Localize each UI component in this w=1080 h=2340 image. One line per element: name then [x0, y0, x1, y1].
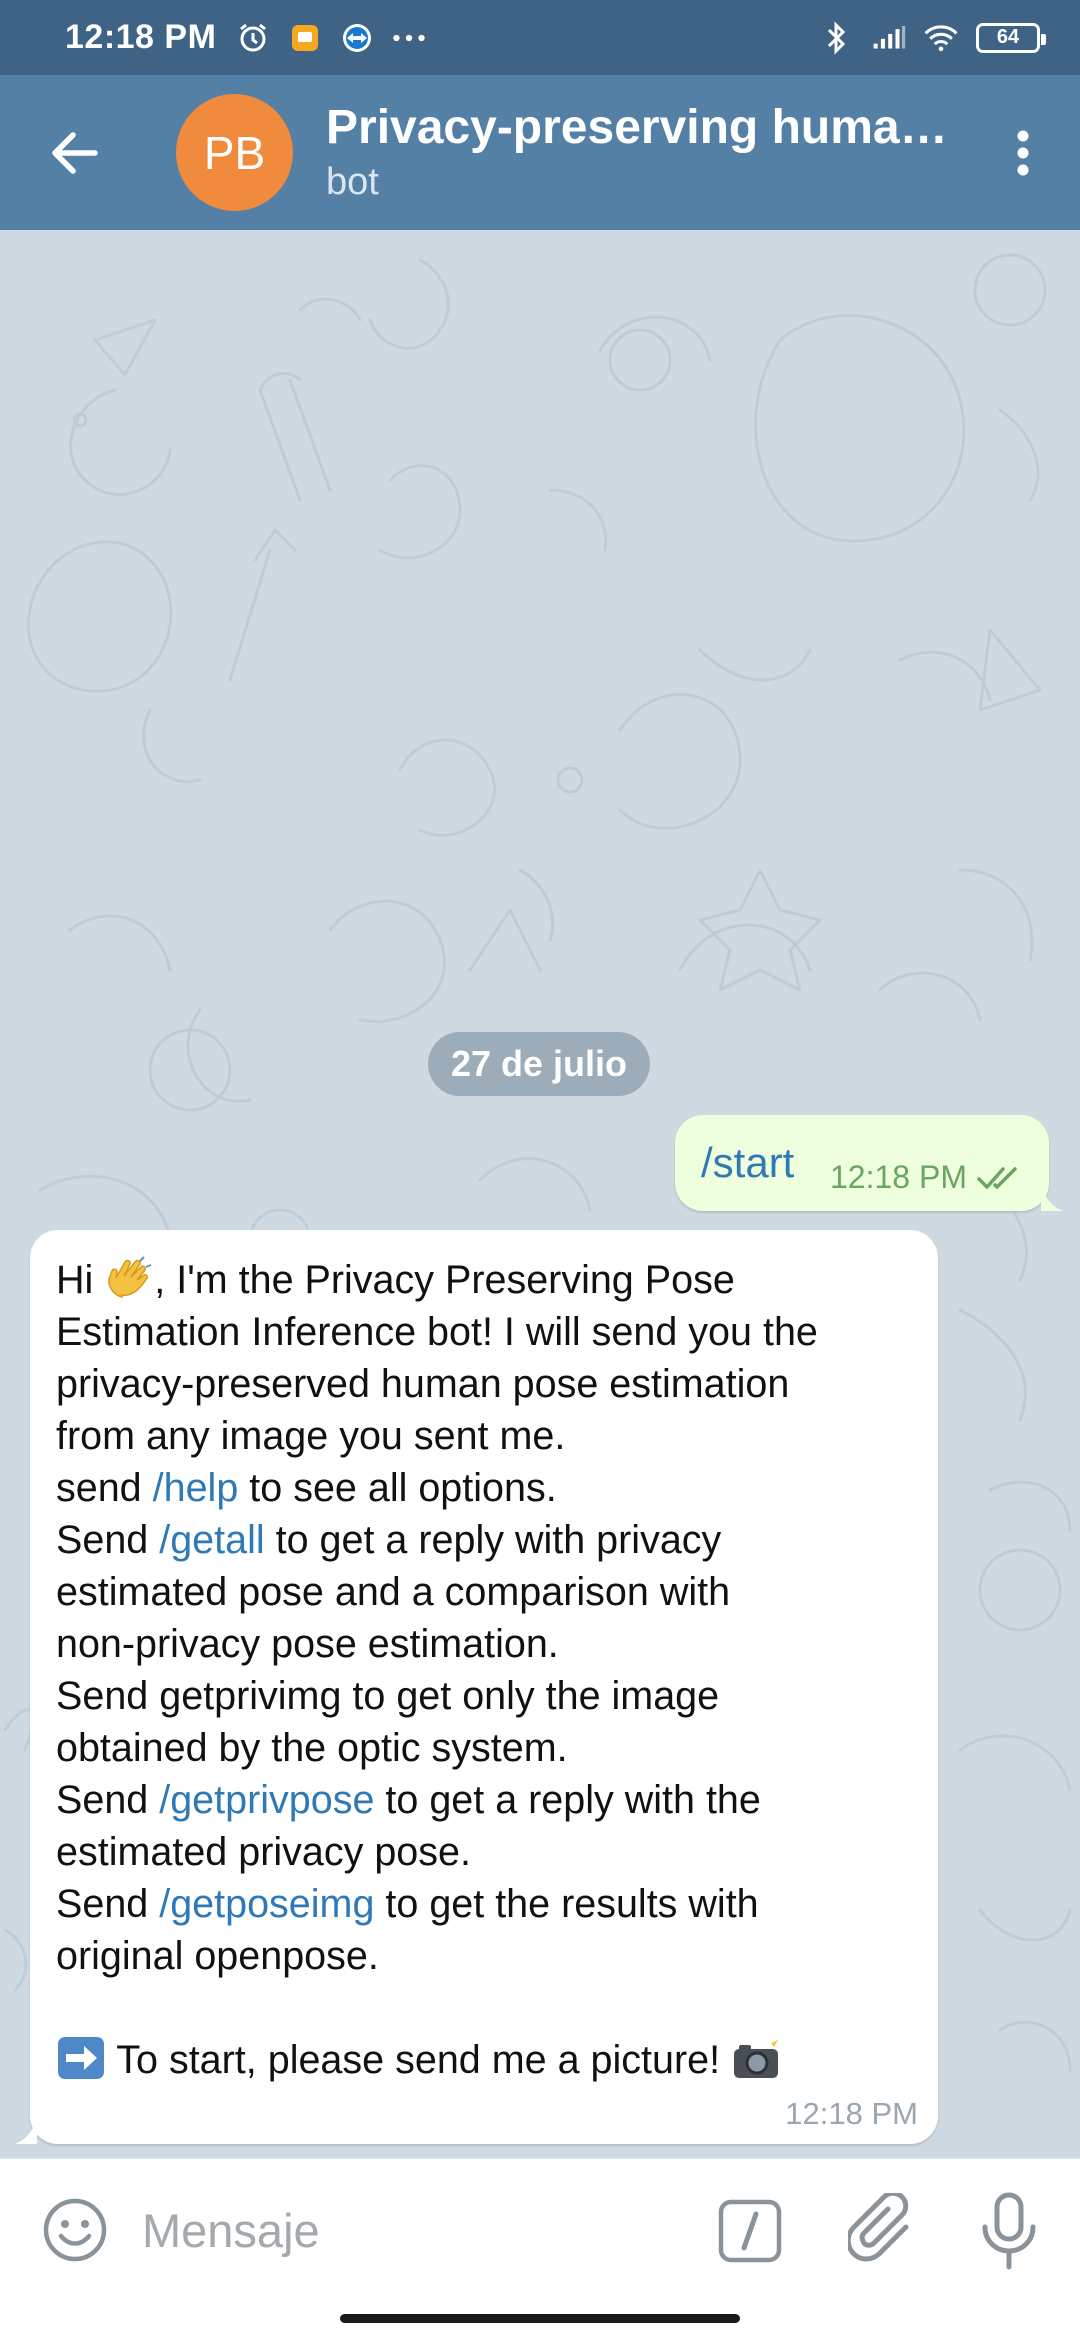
date-separator: 27 de julio — [428, 1032, 650, 1096]
home-indicator[interactable] — [340, 2314, 740, 2323]
outgoing-message-text[interactable]: /start — [701, 1139, 794, 1187]
alarm-icon — [236, 21, 270, 55]
right-arrow-emoji-icon — [58, 2037, 104, 2079]
message-line: Send /getprivpose to get a reply with th… — [56, 1778, 761, 1822]
bubble-tail — [1041, 1185, 1063, 1211]
message-line: Estimation Inference bot! I will send yo… — [56, 1310, 818, 1354]
incoming-message[interactable]: Hi , I'm the Privacy Preserving Pose Est… — [15, 1230, 938, 2144]
message-line — [56, 1982, 926, 2034]
vertical-dots-icon — [1017, 130, 1029, 176]
message-line: Send /getposeimg to get the results with — [56, 1882, 759, 1926]
system-navigation-bar — [0, 2300, 1080, 2340]
bluetooth-icon — [820, 20, 854, 55]
teamviewer-icon — [340, 21, 374, 55]
message-line: from any image you sent me. — [56, 1414, 566, 1458]
read-double-check-icon — [977, 1166, 1017, 1189]
incoming-message-text: Hi , I'm the Privacy Preserving Pose Est… — [56, 1254, 926, 2086]
back-button[interactable] — [0, 75, 150, 230]
bot-commands-button[interactable] — [718, 2199, 782, 2263]
message-line: estimated pose and a comparison with — [56, 1570, 731, 1614]
chat-header: PB Privacy-preserving human… bot — [0, 75, 1080, 230]
more-dots-icon — [392, 21, 426, 55]
message-line: Send getprivimg to get only the image — [56, 1674, 720, 1718]
chat-area[interactable]: 27 de julio /start 12:18 PM Hi , I'm the… — [0, 230, 1080, 2158]
getposeimg-command-link[interactable]: /getposeimg — [159, 1882, 374, 1926]
emoji-button[interactable] — [42, 2197, 108, 2263]
getall-command-link[interactable]: /getall — [159, 1518, 264, 1562]
message-input[interactable] — [142, 2195, 662, 2265]
message-composer — [0, 2158, 1080, 2300]
waving-hand-emoji-icon — [108, 1256, 152, 1298]
microphone-button[interactable] — [978, 2191, 1040, 2271]
getprivpose-command-link[interactable]: /getprivpose — [159, 1778, 374, 1822]
message-line: To start, please send me a picture! — [56, 2034, 926, 2086]
avatar[interactable]: PB — [176, 94, 293, 211]
message-line: obtained by the optic system. — [56, 1726, 568, 1770]
message-line: original openpose. — [56, 1934, 379, 1978]
back-arrow-icon — [52, 131, 98, 174]
message-line: non-privacy pose estimation. — [56, 1622, 559, 1666]
message-line: Send /getall to get a reply with privacy — [56, 1518, 722, 1562]
bubble-tail — [15, 2118, 37, 2144]
status-icons-left — [236, 21, 426, 55]
status-time: 12:18 PM — [65, 18, 217, 56]
outgoing-message-time: 12:18 PM — [830, 1159, 967, 1195]
notes-app-icon — [288, 21, 322, 55]
outgoing-message-meta: 12:18 PM — [830, 1159, 1023, 1196]
message-line: privacy-preserved human pose estimation — [56, 1362, 790, 1406]
message-line: estimated privacy pose. — [56, 1830, 471, 1874]
message-line: send /help to see all options. — [56, 1466, 557, 1510]
attach-button[interactable] — [848, 2193, 920, 2269]
help-command-link[interactable]: /help — [153, 1466, 239, 1510]
outgoing-message[interactable]: /start 12:18 PM — [675, 1115, 1063, 1211]
message-line: Hi , I'm the Privacy Preserving Pose — [56, 1254, 926, 1306]
wifi-icon — [924, 21, 958, 55]
incoming-message-time: 12:18 PM — [785, 2096, 918, 2131]
more-options-button[interactable] — [988, 113, 1058, 193]
battery-icon: 64 — [976, 22, 1046, 53]
chat-title: Privacy-preserving human… — [326, 100, 966, 154]
chat-subtitle: bot — [326, 160, 379, 203]
status-bar: 12:18 PM 64 — [0, 0, 1080, 75]
signal-icon — [872, 21, 906, 55]
status-icons-right: 64 — [820, 20, 1046, 55]
camera-flash-emoji-icon — [734, 2037, 779, 2078]
chat-title-area[interactable]: Privacy-preserving human… bot — [326, 99, 966, 207]
